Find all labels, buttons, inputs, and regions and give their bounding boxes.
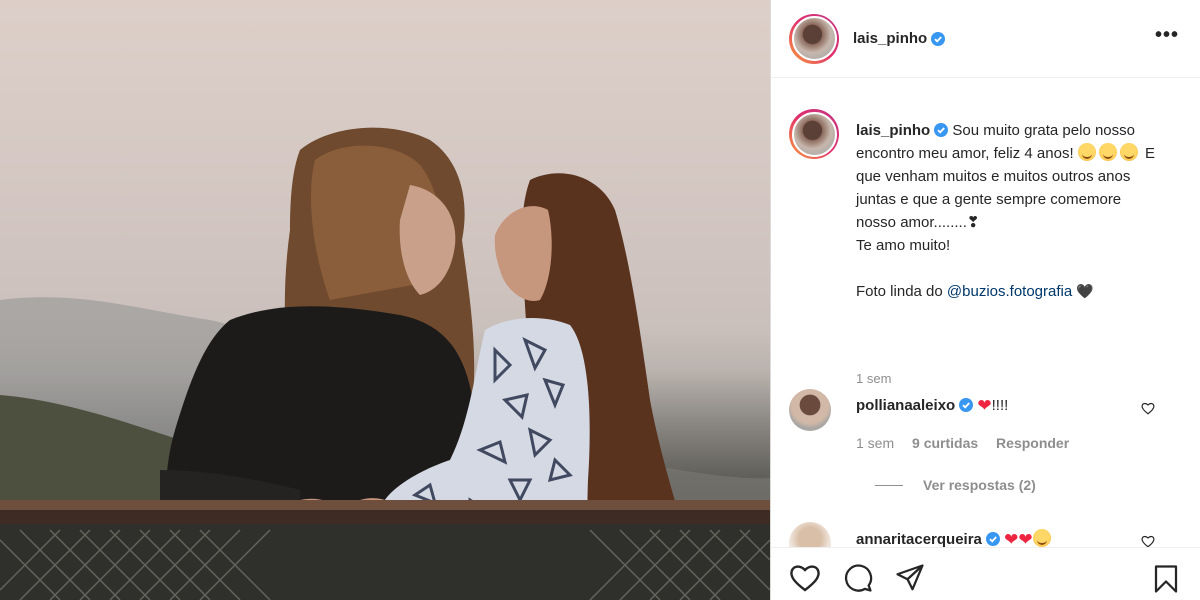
smiling-hearts-emoji-icon [1077, 143, 1096, 161]
comment-likes[interactable]: 9 curtidas [912, 435, 978, 451]
comment-text: annaritacerqueira ❤❤ [856, 529, 1146, 547]
action-bar [771, 547, 1200, 600]
verified-badge-icon [931, 31, 946, 46]
comments-list[interactable]: lais_pinho Sou muito grata pelo nosso en… [771, 79, 1200, 547]
smiling-hearts-emoji-icon [1098, 143, 1117, 161]
caption-line3-suffix: 🖤 [1076, 283, 1094, 299]
red-heart-emoji-icon: ❤ [1018, 530, 1033, 547]
heart-outline-icon[interactable] [1141, 535, 1155, 547]
view-replies-button[interactable]: Ver respostas (2) [875, 477, 1036, 493]
commenter-avatar[interactable] [789, 522, 831, 547]
view-replies-label[interactable]: Ver respostas (2) [923, 477, 1036, 493]
photo-illustration: Foto Wellington Rocha [0, 127, 770, 600]
comment-text: pollianaaleixo ❤!!!! [856, 396, 1146, 416]
reply-button[interactable]: Responder [996, 435, 1069, 451]
caption-username[interactable]: lais_pinho [856, 122, 930, 139]
author-avatar[interactable] [789, 13, 839, 64]
heart-outline-icon[interactable] [789, 563, 821, 593]
author-username[interactable]: lais_pinho [853, 30, 927, 47]
caption-timestamp[interactable]: 1 sem [856, 371, 891, 386]
post-header: lais_pinho ••• [771, 0, 1200, 78]
paper-plane-icon[interactable] [895, 563, 925, 593]
replies-divider [875, 484, 903, 486]
post-modal: Foto Wellington Rocha lais_pinho ••• lai… [0, 0, 1200, 600]
verified-badge-icon [985, 532, 1000, 546]
more-options-icon[interactable]: ••• [1155, 25, 1179, 45]
post-sidebar: lais_pinho ••• lais_pinho Sou muito grat… [770, 0, 1200, 600]
heart-outline-icon[interactable] [1141, 402, 1155, 415]
red-heart-emoji-icon: ❤ [977, 396, 992, 415]
caption-mention-link[interactable]: @buzios.fotografia [947, 283, 1072, 300]
post-photo[interactable]: Foto Wellington Rocha [0, 0, 770, 600]
caption-text: lais_pinho Sou muito grata pelo nosso en… [856, 119, 1156, 303]
comment-timestamp[interactable]: 1 sem [856, 435, 894, 451]
commenter-username[interactable]: pollianaaleixo [856, 397, 955, 414]
verified-badge-icon [934, 123, 949, 137]
red-heart-emoji-icon: ❤ [1004, 530, 1019, 547]
commenter-username[interactable]: annaritacerqueira [856, 531, 982, 547]
hugging-face-emoji-icon [1032, 529, 1051, 547]
comment-body: !!!! [991, 397, 1009, 414]
smiling-hearts-emoji-icon [1119, 143, 1138, 161]
caption-avatar[interactable] [789, 109, 839, 159]
caption-line3-prefix: Foto linda do [856, 283, 943, 300]
caption-line2: Te amo muito! [856, 237, 951, 254]
comment-meta: 1 sem 9 curtidas Responder [856, 435, 1083, 451]
commenter-avatar[interactable] [789, 389, 831, 431]
verified-badge-icon [959, 398, 974, 412]
comment-bubble-icon[interactable] [842, 563, 874, 593]
bookmark-icon[interactable] [1153, 564, 1179, 594]
